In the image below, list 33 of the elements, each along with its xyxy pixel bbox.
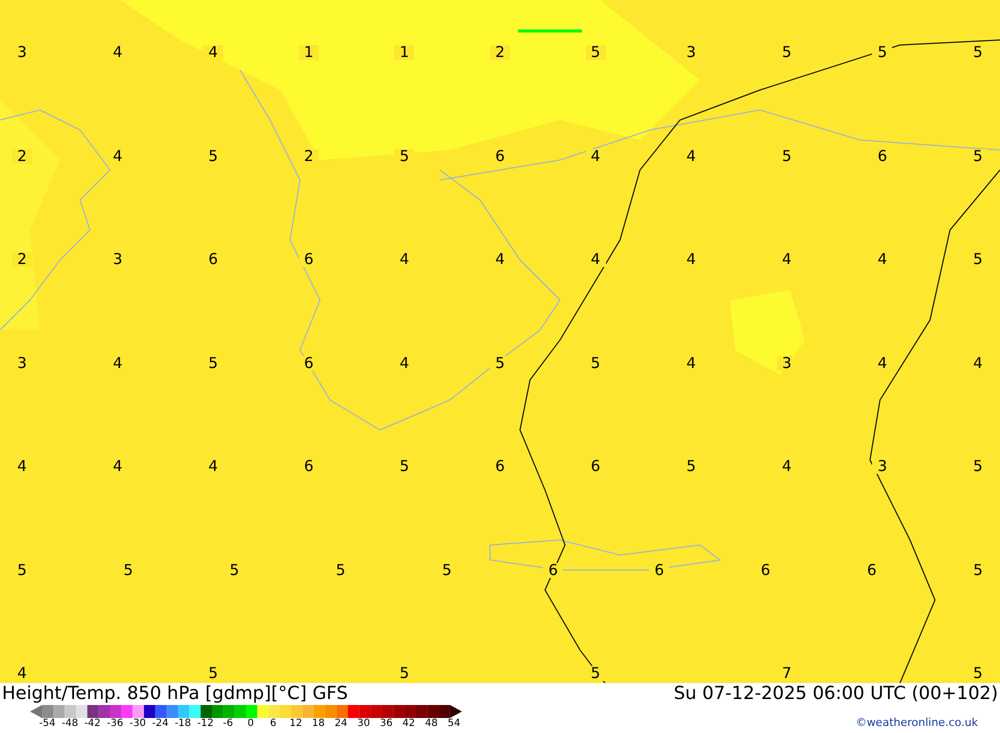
scale-label: -42 <box>83 718 102 730</box>
scale-label: 36 <box>378 718 394 730</box>
temperature-value: 2 <box>490 45 510 60</box>
scale-label: -36 <box>106 718 124 730</box>
scale-label: 12 <box>288 718 304 730</box>
valid-time: Su 07-12-2025 06:00 UTC (00+102) <box>674 683 998 705</box>
temperature-value: 5 <box>872 45 892 60</box>
scale-label: 18 <box>311 718 326 730</box>
scale-label: -24 <box>151 718 170 730</box>
scale-label: 54 <box>446 718 462 730</box>
scale-label: -48 <box>60 718 80 730</box>
temperature-value: 1 <box>394 45 414 60</box>
temperature-value: 2 <box>12 148 32 164</box>
temperature-value: 1 <box>298 45 319 60</box>
scale-label: -18 <box>174 718 192 730</box>
scale-label: 48 <box>424 718 439 730</box>
temperature-value: 5 <box>586 45 606 60</box>
scale-label: 6 <box>269 718 278 730</box>
temperature-value: 6 <box>543 562 564 578</box>
scale-label: 42 <box>401 718 416 730</box>
scale-label: 24 <box>334 718 348 730</box>
copyright-link[interactable]: ©weatheronline.co.uk <box>856 715 978 732</box>
temperature-value: 5 <box>394 148 414 164</box>
temperature-value: 4 <box>203 45 224 60</box>
scale-label: -6 <box>222 718 234 730</box>
scale-label: -12 <box>196 718 215 730</box>
map-title: Height/Temp. 850 hPa [gdmp][°C] GFS <box>2 683 349 705</box>
scale-label: -54 <box>38 718 56 730</box>
temperature-value: 6 <box>649 562 670 578</box>
temperature-value: 2 <box>12 252 32 267</box>
scale-label: 0 <box>246 718 255 730</box>
scale-label: 30 <box>356 718 371 730</box>
scale-label: -30 <box>128 718 147 730</box>
